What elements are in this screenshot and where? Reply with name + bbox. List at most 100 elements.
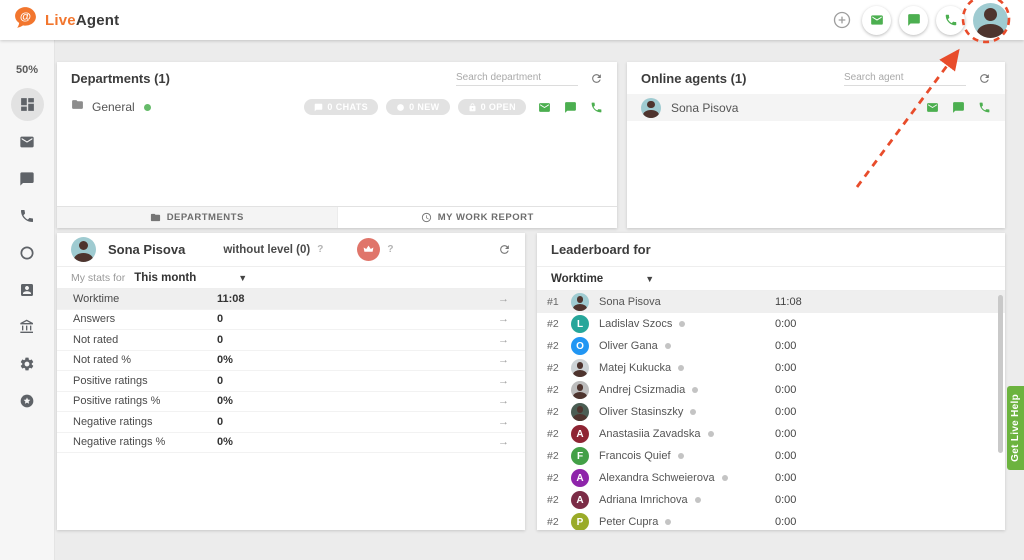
- call-department-button[interactable]: [590, 101, 603, 114]
- star-circle-icon: [19, 393, 35, 409]
- folder-icon: [150, 212, 161, 223]
- offline-status-dot: [665, 343, 671, 349]
- status-ring-icon: [19, 245, 35, 261]
- gear-icon: [19, 356, 35, 372]
- agent-name: Anastasiia Zavadska: [599, 428, 701, 440]
- department-row[interactable]: General 0 CHATS 0 NEW 0 OPEN: [57, 94, 617, 120]
- leaderboard-list: #1 Sona Pisova 11:08 #2 L Ladislav Szocs…: [537, 291, 1005, 530]
- call-agent-button[interactable]: [978, 101, 991, 114]
- folder-icon: [71, 98, 84, 116]
- sidebar-item-customers[interactable]: [11, 273, 44, 306]
- department-actions: [538, 101, 603, 114]
- stat-row-negative[interactable]: Negative ratings0→: [57, 412, 525, 433]
- level-help-icon[interactable]: ?: [317, 244, 323, 255]
- dashboard-grid-icon: [19, 96, 36, 113]
- period-select[interactable]: This month: [134, 272, 196, 284]
- leaderboard-metric-row: Worktime ▼: [537, 267, 1005, 291]
- contacts-card-icon: [19, 282, 35, 298]
- plus-circle-icon[interactable]: [830, 8, 854, 32]
- offline-status-dot: [695, 497, 701, 503]
- get-live-help-button[interactable]: Get Live Help: [1007, 386, 1024, 470]
- sidebar-item-calls[interactable]: [11, 199, 44, 232]
- arrow-right-icon: →: [498, 436, 509, 448]
- leaderboard-row: #2 A Adriana Imrichova 0:00: [537, 489, 1005, 511]
- speech-bubble-at-icon: @: [13, 5, 38, 35]
- new-email-button[interactable]: [862, 6, 891, 35]
- refresh-icon[interactable]: [590, 72, 603, 85]
- agent-name: Andrej Csizmadia: [599, 384, 685, 396]
- tab-departments[interactable]: DEPARTMENTS: [57, 207, 337, 228]
- online-status-dot: [144, 104, 151, 111]
- brand-text: LiveAgent: [45, 12, 119, 29]
- stat-row-positive[interactable]: Positive ratings0→: [57, 371, 525, 392]
- stat-row-negative-pct[interactable]: Negative ratings %0%→: [57, 433, 525, 454]
- stat-row-positive-pct[interactable]: Positive ratings %0%→: [57, 392, 525, 413]
- online-agents-header: Online agents (1): [627, 62, 1005, 94]
- bank-columns-icon: [19, 319, 35, 335]
- leaderboard-row: #2 Matej Kukucka 0:00: [537, 357, 1005, 379]
- lock-icon: [468, 103, 477, 112]
- new-chat-button[interactable]: [899, 6, 928, 35]
- stat-row-answers[interactable]: Answers0→: [57, 310, 525, 331]
- agent-name: Matej Kukucka: [599, 362, 671, 374]
- liveagent-logo[interactable]: @ LiveAgent: [0, 5, 119, 35]
- stats-period-row: My stats for This month ▼: [57, 267, 525, 289]
- stat-row-worktime[interactable]: Worktime11:08→: [57, 289, 525, 310]
- scrollbar-thumb[interactable]: [998, 295, 1003, 453]
- department-search-input[interactable]: [456, 70, 578, 86]
- leaderboard-row: #2 A Alexandra Schweierova 0:00: [537, 467, 1005, 489]
- refresh-icon[interactable]: [978, 72, 991, 85]
- offline-status-dot: [678, 365, 684, 371]
- badge-help-icon[interactable]: ?: [387, 244, 393, 255]
- sidebar-item-dashboard[interactable]: [11, 88, 44, 121]
- agent-name: Sona Pisova: [599, 296, 661, 308]
- level-label: without level (0): [223, 244, 310, 256]
- new-call-button[interactable]: [936, 6, 965, 35]
- metric-select[interactable]: Worktime: [551, 273, 603, 285]
- email-department-button[interactable]: [538, 101, 551, 114]
- agent-row[interactable]: Sona Pisova: [627, 94, 1005, 121]
- chevron-down-icon[interactable]: ▼: [645, 274, 654, 284]
- stat-row-not-rated[interactable]: Not rated0→: [57, 330, 525, 351]
- offline-status-dot: [708, 431, 714, 437]
- sidebar-item-settings[interactable]: [11, 347, 44, 380]
- tab-my-work-report[interactable]: MY WORK REPORT: [337, 207, 618, 228]
- refresh-icon[interactable]: [498, 243, 511, 256]
- sidebar-item-chats[interactable]: [11, 162, 44, 195]
- agent-avatar: [571, 293, 589, 311]
- online-agents-title: Online agents (1): [641, 71, 746, 86]
- agent-name: Peter Cupra: [599, 516, 658, 528]
- sidebar-item-upgrade[interactable]: [11, 384, 44, 417]
- offline-status-dot: [665, 519, 671, 525]
- chat-bubble-icon: [19, 171, 35, 187]
- leaderboard-row: #2 A Anastasiia Zavadska 0:00: [537, 423, 1005, 445]
- agent-avatar: F: [571, 447, 589, 465]
- work-report-header: Sona Pisova without level (0) ? ?: [57, 233, 525, 267]
- chat-agent-button[interactable]: [952, 101, 965, 114]
- chat-department-button[interactable]: [564, 101, 577, 114]
- sidebar-item-status[interactable]: [11, 236, 44, 269]
- leaderboard-row: #2 O Oliver Gana 0:00: [537, 335, 1005, 357]
- arrow-right-icon: →: [498, 416, 509, 428]
- liveagent-dashboard: @ LiveAgent 50%: [0, 0, 1024, 560]
- arrow-right-icon: →: [498, 293, 509, 305]
- crown-icon: [363, 244, 374, 255]
- agent-search-input[interactable]: [844, 70, 966, 86]
- top-bar: @ LiveAgent: [0, 0, 1024, 40]
- user-avatar[interactable]: [973, 3, 1008, 38]
- agent-avatar: A: [571, 491, 589, 509]
- offline-status-dot: [692, 387, 698, 393]
- stat-row-not-rated-pct[interactable]: Not rated %0%→: [57, 351, 525, 372]
- sidebar-item-tickets[interactable]: [11, 125, 44, 158]
- agent-avatar: O: [571, 337, 589, 355]
- usage-percent: 50%: [16, 64, 38, 76]
- offline-status-dot: [678, 453, 684, 459]
- open-badge: 0 OPEN: [458, 99, 526, 115]
- level-badge: [357, 238, 380, 261]
- offline-status-dot: [690, 409, 696, 415]
- sidebar-item-billing[interactable]: [11, 310, 44, 343]
- envelope-icon: [19, 134, 35, 150]
- chevron-down-icon[interactable]: ▼: [238, 273, 247, 283]
- leaderboard-row: #2 F Francois Quief 0:00: [537, 445, 1005, 467]
- email-agent-button[interactable]: [926, 101, 939, 114]
